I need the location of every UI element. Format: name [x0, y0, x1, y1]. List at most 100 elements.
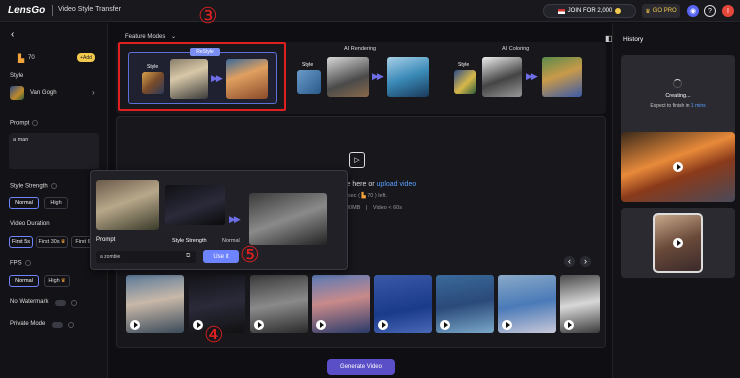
info-icon[interactable]: [68, 322, 74, 328]
divider: [52, 5, 53, 16]
fps-normal-option[interactable]: Normal: [9, 275, 39, 287]
flag-icon: [557, 8, 565, 14]
help-icon[interactable]: ?: [704, 5, 716, 17]
duration-first-5s-option[interactable]: First 5s: [9, 236, 33, 248]
expect-text: Expect to finish in 1 mins: [621, 103, 735, 109]
play-icon[interactable]: [440, 320, 450, 330]
result-thumbnail: [249, 193, 327, 245]
style-tag: Style: [458, 62, 470, 68]
style-tag: Style: [302, 62, 314, 68]
prompt-value: a man: [13, 137, 29, 143]
copy-icon[interactable]: ⧉: [186, 253, 190, 260]
join-label: JOIN FOR 2,000: [567, 8, 613, 14]
annotation-marker-5: ⑤: [240, 243, 260, 268]
duration-30s-label: First 30s: [38, 239, 60, 245]
gallery-item[interactable]: [126, 275, 184, 333]
divider: |: [365, 205, 368, 211]
gallery-item[interactable]: [436, 275, 494, 333]
upload-sub-info: sec ( ▙ 70 ) left.: [348, 193, 387, 199]
size-limit-text: 00MB: [346, 205, 361, 211]
go-pro-label: GO PRO: [652, 8, 677, 14]
style-thumbnail: [142, 72, 164, 94]
app-logo[interactable]: LensGo: [8, 5, 45, 16]
strength-normal-option[interactable]: Normal: [9, 197, 39, 209]
info-icon[interactable]: [71, 300, 77, 306]
duration-first-30s-option[interactable]: First 30s ♛: [36, 236, 68, 248]
loading-spinner-icon: [673, 79, 682, 88]
no-watermark-label: No Watermark: [10, 299, 49, 305]
result-thumbnail: [226, 59, 268, 99]
use-it-button[interactable]: Use it: [203, 250, 239, 263]
popup-strength-value: Normal: [222, 238, 240, 244]
arrow-icon: ▶▶: [211, 73, 223, 83]
fps-high-option[interactable]: High ♛: [44, 275, 70, 287]
video-duration-label: Video Duration: [10, 221, 50, 227]
ai-coloring-tag: AI Coloring: [502, 46, 530, 52]
info-icon[interactable]: [24, 260, 31, 266]
credit-left-text: 70 ) left.: [367, 193, 388, 199]
upload-video-icon: ▷: [349, 152, 365, 168]
prompt-input[interactable]: a man: [9, 133, 99, 169]
upload-limits: 00MB | Video < 60s: [346, 205, 402, 211]
play-icon[interactable]: [254, 320, 264, 330]
back-icon[interactable]: ‹: [11, 29, 14, 40]
strength-high-option[interactable]: High: [44, 197, 68, 209]
style-strength-text: Style Strength: [10, 183, 48, 190]
ai-rendering-card[interactable]: AI Rendering Style ▶▶: [294, 42, 436, 111]
fps-label-text: FPS: [10, 260, 22, 267]
play-icon[interactable]: [378, 320, 388, 330]
style-thumbnail: [10, 86, 24, 100]
gallery-item[interactable]: [560, 275, 600, 333]
play-icon[interactable]: [673, 238, 683, 248]
private-mode-toggle[interactable]: [52, 322, 63, 328]
play-icon[interactable]: [673, 162, 683, 172]
play-icon[interactable]: [193, 320, 203, 330]
gallery-item[interactable]: [498, 275, 556, 333]
style-value: Van Gogh: [30, 90, 57, 96]
play-icon[interactable]: [130, 320, 140, 330]
discord-icon[interactable]: ◉: [687, 5, 699, 17]
ai-coloring-card[interactable]: AI Coloring Style ▶▶: [446, 42, 598, 111]
annotation-marker-4: ④: [204, 323, 224, 348]
history-item[interactable]: [621, 132, 735, 202]
credits-icon: ▙: [361, 193, 366, 199]
history-item[interactable]: [621, 208, 735, 278]
style-selector[interactable]: Van Gogh ›: [10, 85, 98, 101]
upload-video-link[interactable]: upload video: [377, 181, 417, 188]
upload-text: le here or: [345, 181, 375, 188]
go-pro-button[interactable]: ♛ GO PRO: [642, 4, 680, 18]
length-limit-text: Video < 60s: [372, 205, 402, 211]
avatar-letter: I: [727, 7, 729, 15]
play-icon[interactable]: [502, 320, 512, 330]
generate-video-button[interactable]: Generate Video: [327, 359, 395, 375]
play-icon[interactable]: [316, 320, 326, 330]
add-label: Add: [83, 54, 92, 61]
style-preview-popup: ▶▶ Prompt a zombie ⧉ Style Strength Norm…: [90, 170, 348, 270]
popup-prompt-field: a zombie ⧉: [96, 251, 196, 263]
join-button[interactable]: JOIN FOR 2,000: [543, 4, 636, 18]
avatar[interactable]: I: [722, 5, 734, 17]
info-icon[interactable]: [32, 120, 39, 126]
gallery-item[interactable]: [250, 275, 308, 333]
feature-modes-dropdown[interactable]: Feature Modes ⌄: [125, 33, 176, 40]
private-mode-label: Private Mode: [10, 321, 46, 327]
chevron-right-icon: ›: [92, 88, 95, 97]
history-title: History: [623, 36, 644, 43]
gallery-prev-button[interactable]: ‹: [564, 256, 575, 267]
top-bar: LensGo Video Style Transfer JOIN FOR 2,0…: [0, 0, 740, 22]
crown-icon: ♛: [60, 278, 66, 284]
style-strength-label: Style Strength: [10, 183, 57, 190]
crown-icon: ♛: [60, 239, 66, 245]
restyle-card[interactable]: ReStyle Style ▶▶: [118, 42, 286, 111]
fps-label: FPS: [10, 260, 31, 267]
style-label: Style: [10, 73, 24, 79]
add-credits-button[interactable]: + Add: [77, 53, 95, 62]
gallery-next-button[interactable]: ›: [580, 256, 591, 267]
info-icon[interactable]: [50, 183, 57, 189]
gallery-item[interactable]: [374, 275, 432, 333]
style-thumbnail: [297, 70, 321, 94]
play-icon[interactable]: [564, 320, 574, 330]
no-watermark-toggle[interactable]: [55, 300, 66, 306]
gallery-item[interactable]: [312, 275, 370, 333]
creating-status: Creating...: [665, 93, 691, 99]
